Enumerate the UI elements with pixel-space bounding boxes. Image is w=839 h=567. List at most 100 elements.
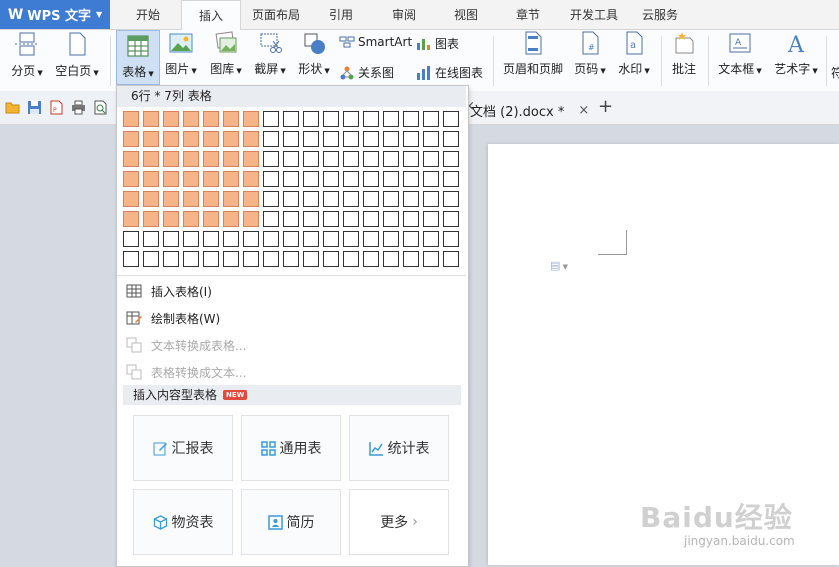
grid-cell[interactable] [243,231,259,247]
grid-cell[interactable] [163,191,179,207]
grid-cell[interactable] [183,171,199,187]
grid-cell[interactable] [383,111,399,127]
grid-cell[interactable] [423,171,439,187]
page-number-button[interactable]: # 页码 ▼ [570,30,610,86]
grid-cell[interactable] [143,251,159,267]
grid-cell[interactable] [323,211,339,227]
grid-cell[interactable] [423,131,439,147]
grid-cell[interactable] [343,151,359,167]
statistics-table-card[interactable]: 统计表 [349,415,449,481]
grid-cell[interactable] [423,251,439,267]
grid-cell[interactable] [423,111,439,127]
save-icon[interactable] [27,100,42,115]
grid-cell[interactable] [343,251,359,267]
picture-button[interactable]: 图片 ▼ [163,30,199,86]
grid-cell[interactable] [143,231,159,247]
grid-cell[interactable] [443,171,459,187]
grid-cell[interactable] [183,211,199,227]
grid-cell[interactable] [283,171,299,187]
grid-cell[interactable] [323,251,339,267]
relation-chart-button[interactable]: 关系图 [339,64,394,81]
textbox-button[interactable]: A 文本框 ▼ [714,30,766,86]
grid-cell[interactable] [183,131,199,147]
grid-cell[interactable] [383,171,399,187]
grid-cell[interactable] [223,251,239,267]
header-footer-button[interactable]: 页眉和页脚 [500,30,566,86]
grid-cell[interactable] [283,131,299,147]
paste-options-icon[interactable]: ▤ ▼ [550,259,568,272]
grid-cell[interactable] [423,231,439,247]
grid-cell[interactable] [343,131,359,147]
document-tab[interactable]: 文档 (2).docx * × [470,97,589,123]
grid-cell[interactable] [223,111,239,127]
grid-cell[interactable] [123,151,139,167]
resume-table-card[interactable]: 简历 [241,489,341,555]
grid-cell[interactable] [363,191,379,207]
symbol-button[interactable]: 符 [831,30,839,86]
online-chart-button[interactable]: 在线图表 [416,64,483,81]
grid-cell[interactable] [203,211,219,227]
grid-cell[interactable] [203,131,219,147]
grid-cell[interactable] [163,231,179,247]
grid-cell[interactable] [203,191,219,207]
grid-cell[interactable] [243,151,259,167]
grid-cell[interactable] [303,131,319,147]
grid-cell[interactable] [323,131,339,147]
grid-cell[interactable] [243,131,259,147]
grid-cell[interactable] [383,151,399,167]
grid-cell[interactable] [443,131,459,147]
grid-cell[interactable] [223,191,239,207]
grid-cell[interactable] [163,171,179,187]
table-button[interactable]: 表格 ▼ [116,30,160,85]
grid-cell[interactable] [163,151,179,167]
grid-cell[interactable] [143,131,159,147]
grid-cell[interactable] [403,211,419,227]
grid-cell[interactable] [143,111,159,127]
grid-cell[interactable] [443,191,459,207]
grid-cell[interactable] [183,111,199,127]
grid-cell[interactable] [243,211,259,227]
grid-cell[interactable] [263,231,279,247]
print-preview-icon[interactable] [93,100,108,115]
grid-cell[interactable] [143,151,159,167]
grid-cell[interactable] [423,151,439,167]
grid-cell[interactable] [123,231,139,247]
grid-cell[interactable] [263,171,279,187]
grid-cell[interactable] [223,131,239,147]
grid-cell[interactable] [283,151,299,167]
chart-button[interactable]: 图表 [416,35,459,52]
grid-cell[interactable] [183,231,199,247]
grid-cell[interactable] [303,231,319,247]
gallery-button[interactable]: 图库 ▼ [206,30,246,86]
grid-cell[interactable] [403,191,419,207]
grid-cell[interactable] [283,111,299,127]
grid-cell[interactable] [363,211,379,227]
grid-cell[interactable] [223,151,239,167]
grid-cell[interactable] [223,211,239,227]
grid-cell[interactable] [303,211,319,227]
grid-cell[interactable] [323,191,339,207]
grid-cell[interactable] [203,251,219,267]
grid-cell[interactable] [163,111,179,127]
grid-cell[interactable] [363,231,379,247]
grid-cell[interactable] [263,251,279,267]
app-menu-button[interactable]: W WPS 文字 ▼ [0,0,110,29]
grid-cell[interactable] [403,171,419,187]
grid-cell[interactable] [443,151,459,167]
tab-view[interactable]: 视图 [446,0,486,29]
grid-cell[interactable] [283,211,299,227]
grid-cell[interactable] [403,231,419,247]
grid-cell[interactable] [123,211,139,227]
grid-cell[interactable] [423,211,439,227]
grid-cell[interactable] [303,251,319,267]
grid-cell[interactable] [203,151,219,167]
grid-cell[interactable] [403,151,419,167]
grid-cell[interactable] [163,251,179,267]
grid-cell[interactable] [203,111,219,127]
insert-table-item[interactable]: 插入表格(I) [126,281,212,301]
grid-cell[interactable] [443,111,459,127]
close-icon[interactable]: × [578,103,589,118]
grid-cell[interactable] [263,131,279,147]
grid-cell[interactable] [403,111,419,127]
grid-cell[interactable] [383,231,399,247]
